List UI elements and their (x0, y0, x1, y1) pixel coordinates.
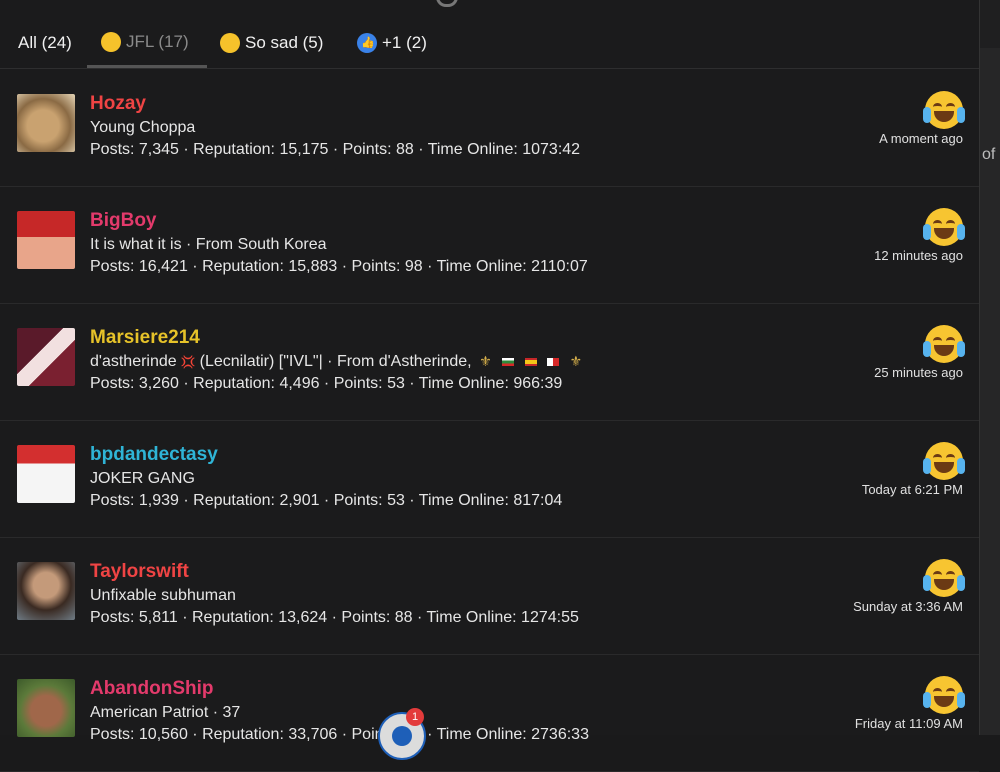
background-header (979, 0, 1000, 48)
avatar[interactable] (17, 562, 75, 620)
laugh-cry-emoji-icon (923, 325, 965, 363)
reaction-time: 12 minutes ago (874, 248, 963, 263)
reaction-time: Friday at 11:09 AM (854, 716, 963, 731)
list-item: BigBoy It is what it is · From South Kor… (0, 186, 979, 304)
user-stats: Posts: 10,560 · Reputation: 33,706 · Poi… (90, 726, 589, 743)
laugh-cry-emoji-icon (101, 31, 121, 52)
spain-flag-icon (524, 357, 537, 366)
user-stats: Posts: 16,421 · Reputation: 15,883 · Poi… (90, 258, 588, 275)
list-item: Taylorswift Unfixable subhuman Posts: 5,… (0, 537, 979, 655)
background-page (979, 0, 1000, 735)
notification-badge: 1 (406, 708, 424, 726)
list-item: Marsiere214 d'astherinde 💢 (Lecnilatir) ["… (0, 303, 979, 421)
reactions-overlay: All (24) JFL (17) So sad (5) +1 (2) Hoza… (0, 0, 980, 772)
fleur-de-lis-icon: ⚜ (479, 353, 492, 369)
username-link[interactable]: AbandonShip (90, 678, 213, 700)
username-link[interactable]: Hozay (90, 93, 146, 115)
malta-flag-icon (547, 357, 559, 366)
avatar[interactable] (17, 328, 75, 386)
reaction-time: A moment ago (879, 131, 963, 146)
background-text: of (982, 146, 996, 163)
laugh-cry-emoji-icon (923, 208, 965, 246)
user-title: American Patriot · 37 (90, 704, 241, 721)
avatar[interactable] (17, 679, 75, 737)
tab-jfl[interactable]: JFL (17) (87, 18, 207, 68)
user-title: Young Choppa (90, 119, 196, 136)
username-link[interactable]: Taylorswift (90, 561, 189, 583)
reaction-time: Today at 6:21 PM (861, 482, 963, 497)
list-item: Hozay Young Choppa Posts: 7,345 · Reputa… (0, 69, 979, 187)
fleur-de-lis-icon: ⚜ (569, 353, 583, 369)
user-title-part-b: (Lecnilatir) ["IVL"| · From d'Astherinde… (199, 353, 472, 370)
username-link[interactable]: BigBoy (90, 210, 157, 232)
tab-jfl-label: JFL (17) (126, 31, 189, 51)
user-title: It is what it is · From South Korea (90, 236, 327, 253)
avatar[interactable] (17, 211, 75, 269)
tab-all[interactable]: All (24) (4, 18, 86, 68)
tab-plus-one-label: +1 (2) (382, 33, 427, 52)
laugh-cry-emoji-icon (923, 91, 965, 129)
user-title-part-a: d'astherinde (90, 353, 177, 370)
tab-plus-one[interactable]: +1 (2) (343, 18, 441, 68)
user-stats: Posts: 7,345 · Reputation: 15,175 · Poin… (90, 141, 581, 158)
sad-emoji-icon (220, 33, 240, 53)
laugh-cry-emoji-icon (923, 676, 965, 714)
thumbs-up-icon (357, 33, 377, 53)
tab-so-sad-label: So sad (5) (245, 33, 324, 52)
avatar[interactable] (17, 94, 75, 152)
user-title: d'astherinde 💢 (Lecnilatir) ["IVL"| · From… (90, 353, 585, 371)
laugh-cry-emoji-icon (923, 559, 965, 597)
tab-so-sad[interactable]: So sad (5) (206, 18, 337, 68)
reaction-time: 25 minutes ago (874, 365, 963, 380)
list-item: bpdandectasy JOKER GANG Posts: 1,939 · R… (0, 420, 979, 538)
reaction-tabs: All (24) JFL (17) So sad (5) +1 (2) (0, 18, 979, 69)
chat-icon (392, 726, 412, 746)
user-stats: Posts: 1,939 · Reputation: 2,901 · Point… (90, 492, 563, 509)
list-item: AbandonShip American Patriot · 37 Posts:… (0, 654, 979, 772)
user-stats: Posts: 5,811 · Reputation: 13,624 · Poin… (90, 609, 579, 626)
user-title: JOKER GANG (90, 470, 195, 487)
bulgaria-flag-icon (502, 357, 515, 366)
user-stats: Posts: 3,260 · Reputation: 4,496 · Point… (90, 375, 563, 392)
anger-icon: 💢 (180, 355, 196, 369)
header-icon-fragment (436, 0, 458, 7)
avatar[interactable] (17, 445, 75, 503)
reaction-time: Sunday at 3:36 AM (853, 599, 963, 614)
laugh-cry-emoji-icon (923, 442, 965, 480)
username-link[interactable]: bpdandectasy (90, 444, 218, 466)
user-title: Unfixable subhuman (90, 587, 236, 604)
tab-all-label: All (24) (18, 33, 72, 52)
username-link[interactable]: Marsiere214 (90, 327, 200, 349)
